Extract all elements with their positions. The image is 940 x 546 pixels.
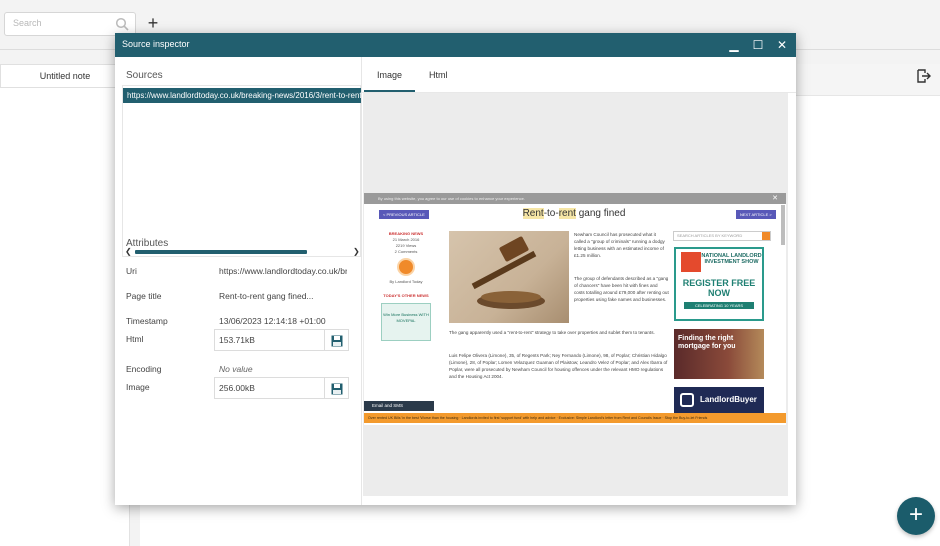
attr-page-title-value: Rent-to-rent gang fined... <box>219 291 314 301</box>
save-icon <box>331 383 343 395</box>
source-item[interactable]: https://www.landlordtoday.co.uk/breaking… <box>123 88 361 103</box>
minimize-button[interactable]: ▁ <box>725 36 743 54</box>
paragraph-2: The group of defendants described as a "… <box>574 276 669 302</box>
author-avatar <box>397 258 415 276</box>
search-placeholder: Search <box>13 18 42 28</box>
attr-page-title-label: Page title <box>126 291 162 301</box>
title-part: Rent <box>522 208 544 219</box>
paragraph-4: Luis Felipe Olivera (Limone), 35, of Reg… <box>449 353 668 379</box>
save-icon <box>331 335 343 347</box>
site-search-button <box>762 232 770 240</box>
add-note-button[interactable]: + <box>145 12 161 34</box>
title-part: rent <box>558 208 576 219</box>
landlordbuyer-ad: LandlordBuyer <box>674 387 764 413</box>
attr-uri-value: https://www.landlordtoday.co.uk/breaking… <box>219 266 347 276</box>
attr-image: Image 256.00kB <box>126 377 358 399</box>
cookie-notice: By using this website, you agree to our … <box>364 193 786 204</box>
site-search-box: SEARCH ARTICLES BY KEYWORD <box>673 231 771 241</box>
close-icon: ✕ <box>772 195 778 202</box>
attr-image-label: Image <box>126 382 150 392</box>
paragraph-1: Newham Council has prosecuted what it ca… <box>574 232 665 258</box>
attr-page-title: Page title Rent-to-rent gang fined... <box>126 286 358 308</box>
meta-other-news: TODAY'S OTHER NEWS <box>383 293 429 298</box>
close-button[interactable]: ✕ <box>773 36 791 54</box>
html-size-field: 153.71kB <box>214 329 325 351</box>
save-image-button[interactable] <box>325 377 349 399</box>
tab-html[interactable]: Html <box>429 70 448 90</box>
ad1-sub: CELEBRATING 10 YEARS <box>684 302 754 309</box>
site-search-placeholder: SEARCH ARTICLES BY KEYWORD <box>677 233 743 238</box>
inspector-left-column: Sources https://www.landlordtoday.co.uk/… <box>115 57 361 505</box>
maximize-button[interactable]: ☐ <box>749 36 767 54</box>
attr-timestamp-label: Timestamp <box>126 316 168 326</box>
attr-uri-label: Uri <box>126 266 137 276</box>
article-meta: BREAKING NEWS 21 March 2016 2219 Views 2… <box>378 231 434 345</box>
dialog-title: Source inspector <box>122 39 190 49</box>
investment-show-ad: NATIONAL LANDLORD INVESTMENT SHOW REGIST… <box>674 247 764 321</box>
mortgage-ad: Finding the right mortgage for you <box>674 329 764 379</box>
scrollbar-thumb[interactable] <box>135 250 307 254</box>
paragraph-3: The gang apparently used a "rent-to-rent… <box>449 330 655 335</box>
sources-list: https://www.landlordtoday.co.uk/breaking… <box>122 85 361 257</box>
preview-scrollbar[interactable] <box>781 205 785 245</box>
attr-html-label: Html <box>126 334 144 344</box>
news-ticker: Over rented UK Bills 'in the best 'Worse… <box>364 413 786 423</box>
meta-author: By Landlord Today <box>389 279 423 284</box>
attr-uri: Uri https://www.landlordtoday.co.uk/brea… <box>126 261 358 283</box>
email-sms-bar: Email and SMS <box>364 401 434 411</box>
title-part: -to- <box>543 208 559 219</box>
meta-comments: 2 Comments <box>394 249 418 254</box>
save-html-button[interactable] <box>325 329 349 351</box>
attr-encoding-value: No value <box>219 364 253 374</box>
dialog-titlebar: Source inspector ▁ ☐ ✕ <box>115 33 796 57</box>
ad3-text: LandlordBuyer <box>700 395 757 404</box>
inspector-right-column: Image Html By using this website, you ag… <box>361 57 796 505</box>
attr-timestamp-value: 13/06/2023 12:14:18 +01:00 <box>219 316 326 326</box>
source-inspector-dialog: Source inspector ▁ ☐ ✕ Sources https://w… <box>115 33 796 505</box>
notes-list: Untitled note <box>0 64 130 546</box>
next-article-button: NEXT ARTICLE > <box>736 210 776 219</box>
search-icon[interactable] <box>115 17 129 31</box>
article-title: Rent-to-rent gang fined <box>474 208 674 219</box>
gavel-icon <box>471 236 545 309</box>
note-item-untitled[interactable]: Untitled note <box>0 64 130 88</box>
sources-heading: Sources <box>126 70 163 81</box>
cookie-notice-text: By using this website, you agree to our … <box>378 196 525 201</box>
export-icon[interactable] <box>917 69 931 83</box>
attr-encoding-label: Encoding <box>126 364 162 374</box>
house-icon <box>680 393 694 407</box>
page-screenshot: By using this website, you agree to our … <box>364 193 786 425</box>
movepal-ad: Win More Business WITH MOVEPAL <box>381 303 431 341</box>
ad1-main: REGISTER FREE NOW <box>682 278 756 298</box>
title-part: gang fined <box>575 208 626 219</box>
tab-image[interactable]: Image <box>377 70 402 90</box>
scroll-right-icon[interactable]: ❯ <box>353 247 360 257</box>
gavel-image <box>449 231 569 323</box>
attr-html: Html 153.71kB <box>126 329 358 351</box>
attributes-heading: Attributes <box>126 238 169 249</box>
image-preview-viewport: By using this website, you agree to our … <box>363 93 788 496</box>
house-logo-icon <box>681 252 701 272</box>
add-fab-button[interactable]: + <box>897 497 935 535</box>
image-size-field: 256.00kB <box>214 377 325 399</box>
previous-article-button: < PREVIOUS ARTICLE <box>379 210 429 219</box>
